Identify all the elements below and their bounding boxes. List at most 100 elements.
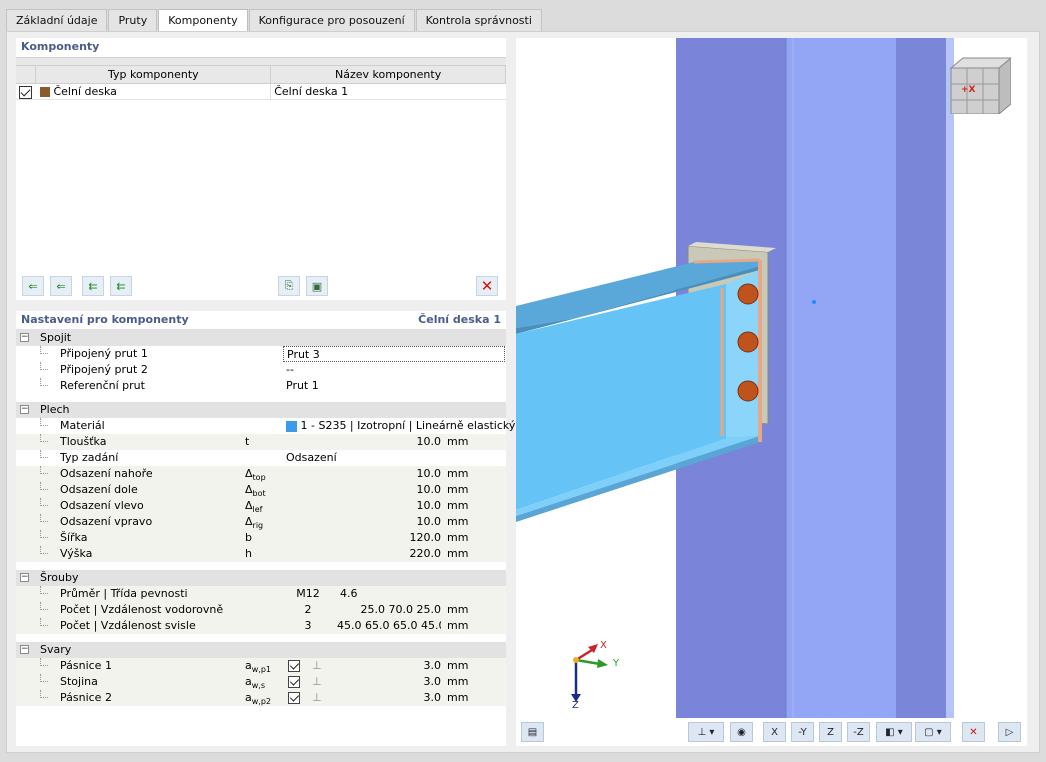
weld-type-icon[interactable]: ⊥: [312, 658, 322, 674]
weld-checkbox[interactable]: [288, 660, 300, 672]
component-name: Čelní deska 1: [274, 85, 349, 98]
insert-after-icon[interactable]: ⇐: [50, 276, 72, 296]
weld-type-icon[interactable]: ⊥: [312, 690, 322, 706]
unit: mm: [447, 547, 469, 560]
weld-checkbox[interactable]: [288, 692, 300, 704]
weld-value[interactable]: 3.0: [361, 674, 442, 690]
exit-icon[interactable]: ▷: [998, 722, 1021, 742]
unit: mm: [447, 619, 469, 632]
row-svary-1[interactable]: Stojina aw,s ⊥ 3.0 mm: [16, 674, 506, 690]
row-plech-1[interactable]: Typ zadání Odsazení: [16, 450, 506, 466]
bolt-count[interactable]: 3: [283, 618, 333, 634]
insert-before-icon[interactable]: ⇐: [22, 276, 44, 296]
save-component-icon[interactable]: ▣: [306, 276, 328, 296]
settings-header: Nastavení pro komponenty Čelní deska 1: [16, 311, 506, 330]
axes-dropdown-icon[interactable]: ⊥ ▾: [688, 722, 724, 742]
view-neg-y-icon[interactable]: -Y: [791, 722, 814, 742]
row-svary-2[interactable]: Pásnice 2 aw,p2 ⊥ 3.0 mm: [16, 690, 506, 706]
row-srouby-1[interactable]: Počet | Vzdálenost vodorovně 2 25.0 70.0 2…: [16, 602, 506, 618]
move-up-icon[interactable]: ⇇: [82, 276, 104, 296]
component-checkbox[interactable]: [19, 85, 33, 99]
unit: mm: [447, 467, 469, 480]
component-row[interactable]: Čelní deska Čelní deska 1: [16, 83, 506, 100]
view-x-icon[interactable]: X: [763, 722, 786, 742]
unit: mm: [447, 675, 469, 688]
weld-value[interactable]: 3.0: [361, 690, 442, 706]
row-plech-0[interactable]: Tloušťka t 10.0 mm: [16, 434, 506, 450]
view-cube[interactable]: +X: [949, 54, 1013, 116]
plech-value[interactable]: 10.0: [283, 434, 442, 450]
row-pripojeny-prut-1[interactable]: Připojený prut 1 Prut 3: [16, 346, 506, 362]
delete-icon[interactable]: ✕: [476, 276, 498, 296]
row-referencni-prut[interactable]: Referenční prut Prut 1: [16, 378, 506, 394]
collapse-icon[interactable]: −: [20, 645, 29, 654]
collapse-icon[interactable]: −: [20, 405, 29, 414]
unit: mm: [447, 691, 469, 704]
move-down-icon[interactable]: ⇇: [110, 276, 132, 296]
copy-component-icon[interactable]: ⎘: [278, 276, 300, 296]
weld-checkbox[interactable]: [288, 676, 300, 688]
weld-value[interactable]: 3.0: [361, 658, 442, 674]
plech-value[interactable]: 10.0: [283, 514, 442, 530]
unit: mm: [447, 499, 469, 512]
print-view-icon[interactable]: ▤: [521, 722, 544, 742]
axis-y-label: Y: [613, 658, 620, 669]
plech-value[interactable]: 10.0: [283, 482, 442, 498]
tab-pruty[interactable]: Pruty: [108, 9, 158, 31]
symbol: b: [245, 531, 252, 544]
component-settings-panel: Nastavení pro komponenty Čelní deska 1 −…: [16, 311, 515, 746]
axis-z-label: Z: [572, 700, 579, 711]
plech-value[interactable]: 10.0: [283, 466, 442, 482]
row-pripojeny-prut-2[interactable]: Připojený prut 2 --: [16, 362, 506, 378]
row-srouby-2[interactable]: Počet | Vzdálenost svisle 3 45.0 65.0 65.0…: [16, 618, 506, 634]
group-plech[interactable]: − Plech: [16, 402, 506, 418]
bolt-class[interactable]: 4.6: [340, 586, 358, 602]
display-box-icon[interactable]: ▢ ▾: [915, 722, 951, 742]
row-plech-5[interactable]: Odsazení vpravo Δrig 10.0 mm: [16, 514, 506, 530]
bolt-distance[interactable]: 25.0 70.0 25.0: [337, 602, 441, 618]
tab-komponenty[interactable]: Komponenty: [158, 9, 248, 32]
row-plech-6[interactable]: Šířka b 120.0 mm: [16, 530, 506, 546]
group-svary[interactable]: − Svary: [16, 642, 506, 658]
settings-component: Čelní deska 1: [418, 313, 501, 326]
collapse-icon[interactable]: −: [20, 573, 29, 582]
material-value[interactable]: 1 - S235 | Izotropní | Lineárně elastick…: [301, 419, 516, 432]
column-flange-right: [896, 38, 946, 718]
plech-value[interactable]: 220.0: [283, 546, 442, 562]
row-plech-2[interactable]: Odsazení nahoře Δtop 10.0 mm: [16, 466, 506, 482]
row-material[interactable]: Materiál 1 - S235 | Izotropní | Lineárně…: [16, 418, 515, 434]
plech-value[interactable]: 10.0: [283, 498, 442, 514]
unit: mm: [447, 435, 469, 448]
weld-type-icon[interactable]: ⊥: [312, 674, 322, 690]
plech-value[interactable]: 120.0: [283, 530, 442, 546]
row-plech-3[interactable]: Odsazení dole Δbot 10.0 mm: [16, 482, 506, 498]
settings-title: Nastavení pro komponenty: [21, 313, 189, 326]
bolt-distance[interactable]: 45.0 65.0 65.0 45.0: [337, 618, 441, 634]
tab-kontrola[interactable]: Kontrola správnosti: [415, 9, 542, 31]
referencni-prut-value[interactable]: Prut 1: [286, 378, 319, 394]
group-srouby[interactable]: − Šrouby: [16, 570, 506, 586]
view-z-icon[interactable]: Z: [819, 722, 842, 742]
row-svary-0[interactable]: Pásnice 1 aw,p1 ⊥ 3.0 mm: [16, 658, 506, 674]
reset-view-icon[interactable]: ✕: [962, 722, 985, 742]
tab-konfigurace[interactable]: Konfigurace pro posouzení: [248, 9, 415, 31]
symbol: h: [245, 547, 252, 560]
collapse-icon[interactable]: −: [20, 333, 29, 342]
render-mode-icon[interactable]: ◧ ▾: [876, 722, 912, 742]
pripojeny-prut-2-value[interactable]: --: [286, 362, 294, 378]
symbol: Δlef: [245, 499, 263, 514]
bolt-count[interactable]: 2: [283, 602, 333, 618]
show-hide-icon[interactable]: ◉: [730, 722, 753, 742]
material-color-swatch: [286, 420, 297, 432]
row-srouby-0[interactable]: Průměr | Třída pevnosti M12 4.6: [16, 586, 506, 602]
row-plech-7[interactable]: Výška h 220.0 mm: [16, 546, 506, 562]
group-spojit[interactable]: − Spojit: [16, 330, 506, 346]
tab-zakladni-udaje[interactable]: Základní údaje: [6, 9, 108, 31]
row-plech-4[interactable]: Odsazení vlevo Δlef 10.0 mm: [16, 498, 506, 514]
pripojeny-prut-1-value[interactable]: Prut 3: [283, 346, 505, 362]
3d-viewport[interactable]: X Y Z +X: [516, 38, 1027, 746]
view-neg-z-icon[interactable]: -Z: [847, 722, 870, 742]
plech-value[interactable]: Odsazení: [286, 450, 337, 466]
tab-bar: Základní údaje Pruty Komponenty Konfigur…: [6, 9, 543, 32]
bolt-count[interactable]: M12: [283, 586, 333, 602]
